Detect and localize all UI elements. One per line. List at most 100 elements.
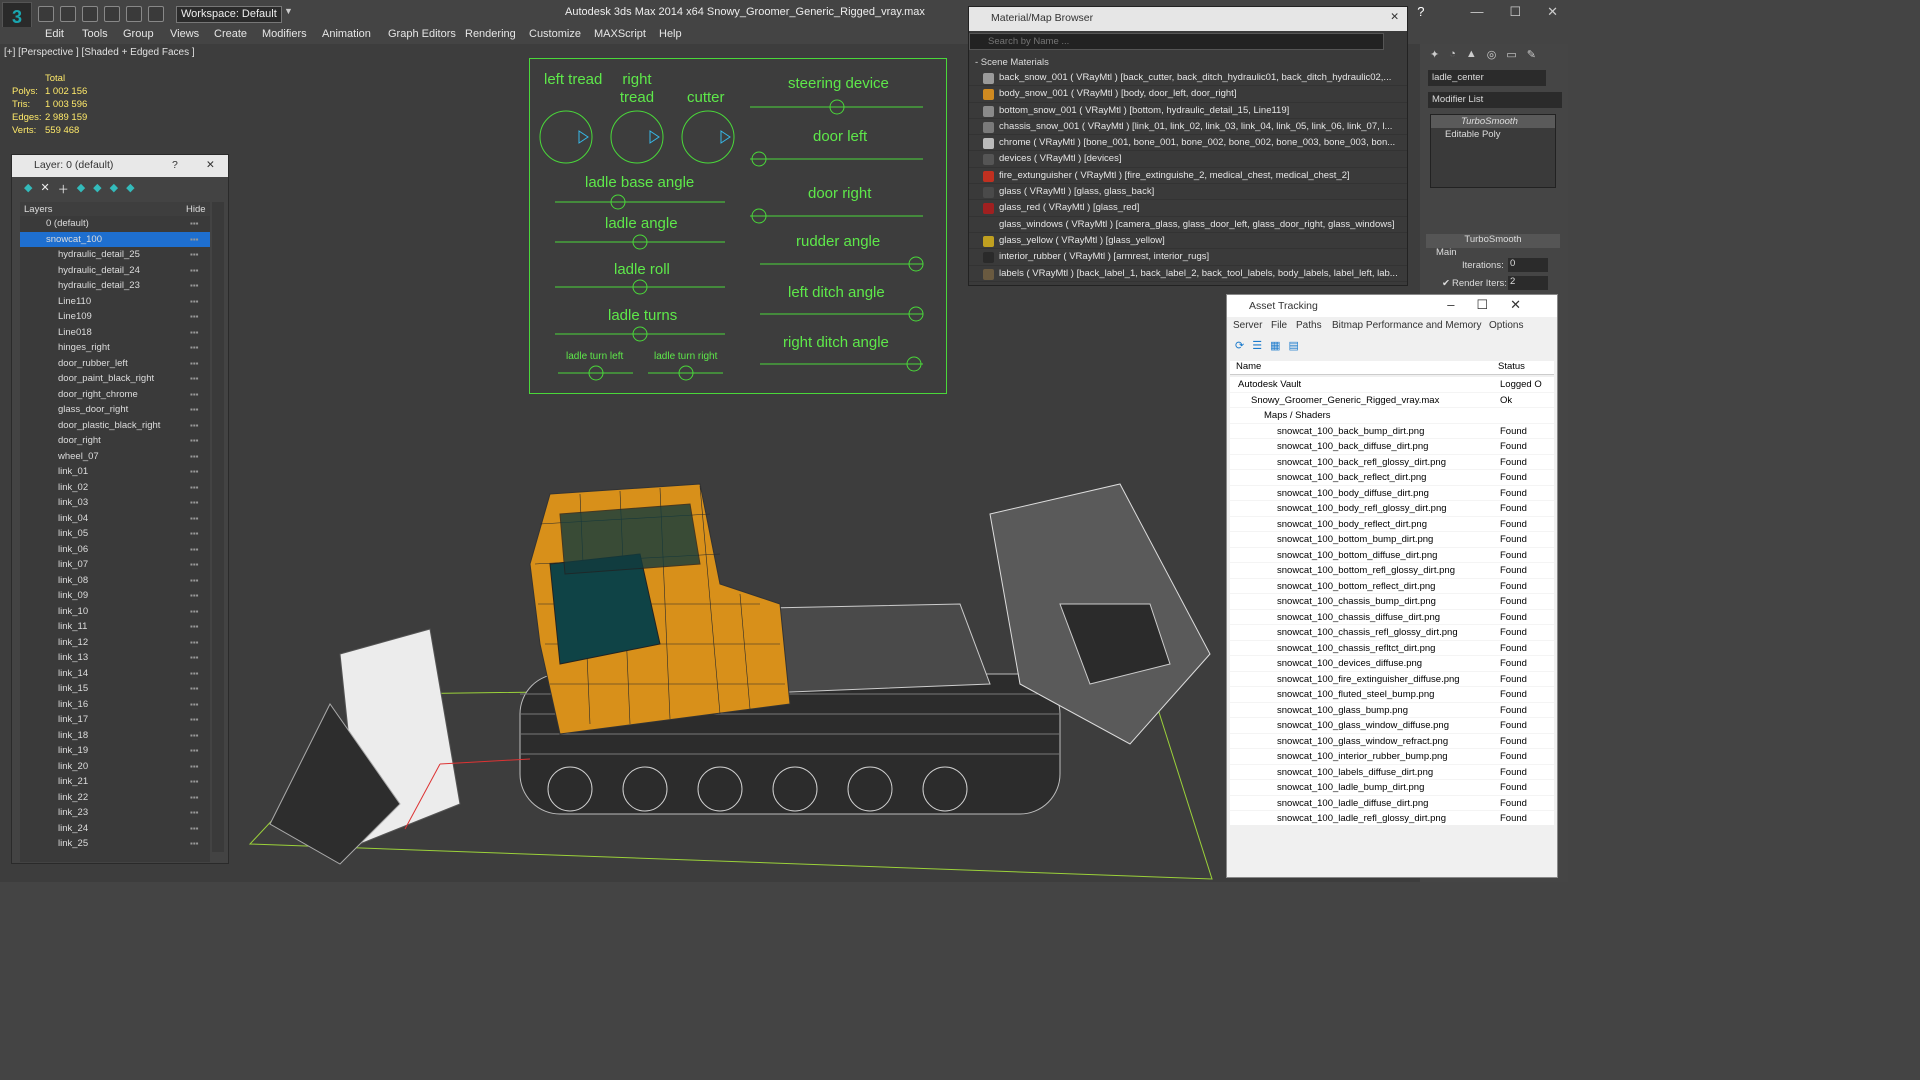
layer-object-row[interactable]: hinges_right ▪▪▪ <box>20 340 210 356</box>
hide-toggle-icon[interactable]: ▪▪▪ <box>190 511 199 526</box>
layer-object-row[interactable]: link_13 ▪▪▪ <box>20 650 210 666</box>
asset-row[interactable]: snowcat_100_body_diffuse_dirt.png Found <box>1230 486 1554 501</box>
layer-object-row[interactable]: link_14 ▪▪▪ <box>20 666 210 682</box>
close-icon[interactable]: ✕ <box>206 159 215 171</box>
layer-object-row[interactable]: door_right ▪▪▪ <box>20 433 210 449</box>
minimize-icon[interactable]: — <box>1470 4 1483 20</box>
hide-toggle-icon[interactable]: ▪▪▪ <box>190 697 199 712</box>
new-layer-icon[interactable]: ◆ <box>24 181 32 197</box>
hide-toggle-icon[interactable]: ▪▪▪ <box>190 728 199 743</box>
column-hide[interactable]: Hide <box>186 204 206 215</box>
project-folder-icon[interactable] <box>148 6 164 22</box>
layer-object-row[interactable]: link_04 ▪▪▪ <box>20 511 210 527</box>
layer-object-row[interactable]: glass_door_right ▪▪▪ <box>20 402 210 418</box>
menu-options[interactable]: Options <box>1489 320 1523 331</box>
help-icon[interactable]: ? <box>172 159 178 171</box>
asset-row[interactable]: snowcat_100_glass_window_refract.png Foun… <box>1230 734 1554 749</box>
motion-tab-icon[interactable]: ◎ <box>1487 48 1497 64</box>
column-layers[interactable]: Layers <box>24 204 53 215</box>
hide-toggle-icon[interactable]: ▪▪▪ <box>190 402 199 417</box>
hide-toggle-icon[interactable]: ▪▪▪ <box>190 759 199 774</box>
hide-toggle-icon[interactable]: ▪▪▪ <box>190 464 199 479</box>
material-item[interactable]: fire_extunguisher ( VRayMtl ) [fire_exti… <box>969 168 1407 185</box>
modifier-list-dropdown[interactable]: Modifier List <box>1428 92 1562 108</box>
object-name-field[interactable]: ladle_center <box>1428 70 1546 86</box>
material-item[interactable]: labels ( VRayMtl ) [back_label_1, back_l… <box>969 266 1407 282</box>
hide-toggle-icon[interactable]: ▪▪▪ <box>190 712 199 727</box>
asset-row[interactable]: snowcat_100_chassis_refl_glossy_dirt.png… <box>1230 625 1554 641</box>
asset-row[interactable]: snowcat_100_body_reflect_dirt.png Found <box>1230 517 1554 532</box>
menu-rendering[interactable]: Rendering <box>465 28 516 40</box>
material-item[interactable]: glass_red ( VRayMtl ) [glass_red] <box>969 200 1407 217</box>
workspace-dropdown[interactable]: Workspace: Default <box>176 6 282 23</box>
asset-row[interactable]: snowcat_100_ladle_refl_glossy_dirt.png Fo… <box>1230 811 1554 825</box>
refresh-icon[interactable]: ⟳ <box>1235 339 1244 353</box>
asset-row[interactable]: snowcat_100_interior_rubber_bump.png Foun… <box>1230 749 1554 765</box>
chevron-down-icon[interactable]: ▼ <box>284 6 294 23</box>
asset-row[interactable]: snowcat_100_back_bump_dirt.png Found <box>1230 424 1554 439</box>
hide-toggle-icon[interactable]: ▪▪▪ <box>190 743 199 758</box>
column-name[interactable]: Name <box>1236 361 1261 372</box>
hide-toggle-icon[interactable]: ▪▪▪ <box>190 294 199 309</box>
hide-toggle-icon[interactable]: ▪▪▪ <box>190 356 199 371</box>
menu-modifiers[interactable]: Modifiers <box>262 28 307 40</box>
hide-toggle-icon[interactable]: ▪▪▪ <box>190 325 199 340</box>
modifier-editable-poly[interactable]: Editable Poly <box>1431 128 1555 141</box>
delete-layer-icon[interactable]: ✕ <box>40 181 49 197</box>
menu-server[interactable]: Server <box>1233 320 1262 331</box>
add-to-layer-icon[interactable]: ＋ <box>58 181 69 197</box>
hide-toggle-icon[interactable]: ▪▪▪ <box>190 635 199 650</box>
hide-all-icon[interactable]: ◆ <box>110 181 118 197</box>
material-item[interactable]: body_snow_001 ( VRayMtl ) [body, door_le… <box>969 86 1407 103</box>
menu-maxscript[interactable]: MAXScript <box>594 28 646 40</box>
close-icon[interactable]: ✕ <box>1547 4 1558 20</box>
asset-row[interactable]: snowcat_100_back_reflect_dirt.png Found <box>1230 470 1554 486</box>
hide-toggle-icon[interactable]: ▪▪▪ <box>190 449 199 464</box>
list-view-icon[interactable]: ☰ <box>1252 339 1262 353</box>
hide-toggle-icon[interactable]: ▪▪▪ <box>190 821 199 836</box>
hide-toggle-icon[interactable]: ▪▪▪ <box>190 619 199 634</box>
menu-graph-editors[interactable]: Graph Editors <box>388 28 456 40</box>
hierarchy-tab-icon[interactable]: ▲ <box>1466 48 1477 64</box>
highlight-layer-icon[interactable]: ◆ <box>93 181 101 197</box>
layer-object-row[interactable]: link_18 ▪▪▪ <box>20 728 210 744</box>
hide-toggle-icon[interactable]: ▪▪▪ <box>190 216 199 231</box>
material-item[interactable]: interior_rubber ( VRayMtl ) [armrest, in… <box>969 249 1407 266</box>
asset-row[interactable]: snowcat_100_back_refl_glossy_dirt.png Fou… <box>1230 455 1554 470</box>
save-icon[interactable] <box>82 6 98 22</box>
hide-toggle-icon[interactable]: ▪▪▪ <box>190 604 199 619</box>
menu-customize[interactable]: Customize <box>529 28 581 40</box>
menu-views[interactable]: Views <box>170 28 199 40</box>
layer-object-row[interactable]: link_05 ▪▪▪ <box>20 526 210 542</box>
hide-toggle-icon[interactable]: ▪▪▪ <box>190 666 199 681</box>
layer-snowcat[interactable]: snowcat_100 ▪▪▪ <box>20 231 210 247</box>
modify-tab-icon[interactable]: ◔ <box>1449 48 1456 64</box>
hide-toggle-icon[interactable]: ▪▪▪ <box>190 387 199 402</box>
asset-row[interactable]: snowcat_100_chassis_refltct_dirt.png Foun… <box>1230 641 1554 656</box>
material-item[interactable]: chassis_snow_001 ( VRayMtl ) [link_01, l… <box>969 119 1407 136</box>
layer-object-row[interactable]: link_16 ▪▪▪ <box>20 697 210 713</box>
asset-row[interactable]: Snowy_Groomer_Generic_Rigged_vray.max Ok <box>1230 393 1554 408</box>
layer-object-row[interactable]: link_09 ▪▪▪ <box>20 588 210 604</box>
asset-row[interactable]: snowcat_100_bottom_reflect_dirt.png Found <box>1230 579 1554 594</box>
layer-object-row[interactable]: door_paint_black_right ▪▪▪ <box>20 371 210 387</box>
layer-scrollbar[interactable] <box>212 202 224 852</box>
asset-row[interactable]: snowcat_100_body_refl_glossy_dirt.png Fou… <box>1230 501 1554 517</box>
layer-object-row[interactable]: link_19 ▪▪▪ <box>20 743 210 759</box>
hide-toggle-icon[interactable]: ▪▪▪ <box>190 573 199 588</box>
menu-tools[interactable]: Tools <box>82 28 108 40</box>
layer-object-row[interactable]: link_10 ▪▪▪ <box>20 604 210 620</box>
table-view-icon[interactable]: ▤ <box>1289 339 1299 353</box>
freeze-all-icon[interactable]: ◆ <box>126 181 134 197</box>
render-iters-spinner[interactable]: 2 <box>1508 276 1548 290</box>
material-item[interactable]: glass_yellow ( VRayMtl ) [glass_yellow] <box>969 233 1407 250</box>
asset-row[interactable]: Maps / Shaders <box>1230 408 1554 424</box>
utilities-tab-icon[interactable]: ✎ <box>1527 48 1536 64</box>
menu-animation[interactable]: Animation <box>322 28 371 40</box>
menu-help[interactable]: Help <box>659 28 682 40</box>
layer-object-row[interactable]: hydraulic_detail_25 ▪▪▪ <box>20 247 210 263</box>
help-icon[interactable]: ? <box>1417 4 1424 20</box>
asset-row[interactable]: snowcat_100_bottom_bump_dirt.png Found <box>1230 532 1554 548</box>
hide-toggle-icon[interactable]: ▪▪▪ <box>190 495 199 510</box>
asset-row[interactable]: snowcat_100_fluted_steel_bump.png Found <box>1230 687 1554 703</box>
